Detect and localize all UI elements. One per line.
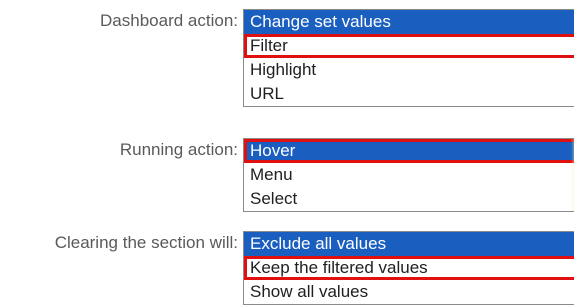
running-action-listbox[interactable]: Hover Menu Select: [243, 138, 574, 212]
clearing-selection-listbox[interactable]: Exclude all values Keep the filtered val…: [243, 231, 574, 305]
running-action-option-menu[interactable]: Menu: [244, 163, 574, 187]
running-action-option-hover[interactable]: Hover: [244, 139, 574, 163]
running-action-label: Running action:: [119, 140, 238, 159]
dashboard-action-label: Dashboard action:: [100, 11, 238, 30]
clearing-option-keep-filtered-values[interactable]: Keep the filtered values: [244, 256, 574, 280]
dashboard-action-option-filter[interactable]: Filter: [244, 34, 574, 58]
dashboard-action-listbox[interactable]: Change set values Filter Highlight URL: [243, 9, 574, 107]
dashboard-action-option-change-set-values[interactable]: Change set values: [244, 10, 574, 34]
running-action-option-select[interactable]: Select: [244, 187, 574, 211]
dashboard-action-option-highlight[interactable]: Highlight: [244, 58, 574, 82]
clearing-selection-label: Clearing the section will:: [54, 233, 238, 252]
clearing-option-exclude-all-values[interactable]: Exclude all values: [244, 232, 574, 256]
dashboard-action-option-url[interactable]: URL: [244, 82, 574, 106]
clearing-option-show-all-values[interactable]: Show all values: [244, 280, 574, 304]
